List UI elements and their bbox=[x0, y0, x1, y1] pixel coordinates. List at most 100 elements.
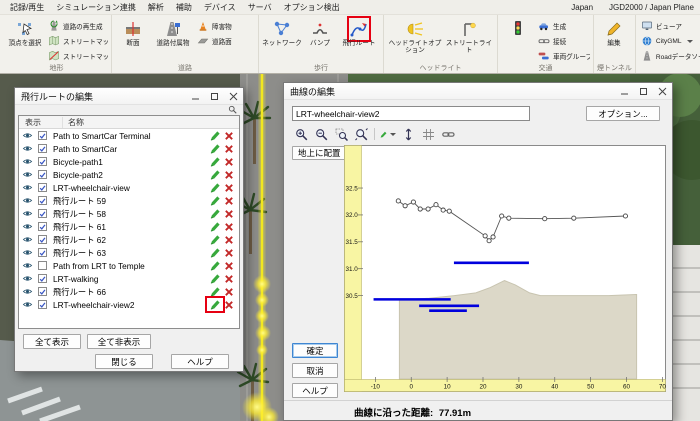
visibility-eye-icon[interactable] bbox=[22, 157, 35, 166]
road-surface-button[interactable]: 道路面 bbox=[195, 34, 255, 48]
headlight-option-button[interactable]: ヘッドライトオプション bbox=[387, 16, 443, 55]
route-checkbox[interactable] bbox=[38, 196, 47, 205]
delete-route-button[interactable] bbox=[222, 170, 236, 180]
tab-analysis[interactable]: 解析 bbox=[142, 1, 170, 14]
edit-route-button[interactable] bbox=[208, 130, 222, 141]
bump-button[interactable]: バンプ bbox=[303, 16, 337, 47]
street-light-button[interactable]: ストリートライト bbox=[444, 16, 494, 55]
visibility-eye-icon[interactable] bbox=[22, 274, 35, 283]
route-row[interactable]: 飛行ルート 63 bbox=[19, 246, 239, 259]
flight-route-button[interactable]: 飛行ルート bbox=[338, 16, 380, 47]
edit-route-button[interactable] bbox=[208, 169, 222, 180]
hide-all-button[interactable]: 全て非表示 bbox=[87, 334, 151, 349]
confirm-button[interactable]: 確定 bbox=[292, 343, 338, 358]
tab-simulation-link[interactable]: シミュレーション連携 bbox=[50, 1, 142, 14]
edit-route-button[interactable] bbox=[208, 299, 222, 310]
curve-name-input[interactable] bbox=[292, 106, 530, 121]
route-checkbox[interactable] bbox=[38, 183, 47, 192]
column-header-name[interactable]: 名称 bbox=[63, 117, 239, 128]
delete-route-button[interactable] bbox=[222, 222, 236, 232]
road-datasource-button[interactable]: Roadデータソース bbox=[639, 49, 700, 63]
edit-route-button[interactable] bbox=[208, 247, 222, 258]
visibility-eye-icon[interactable] bbox=[22, 144, 35, 153]
show-all-button[interactable]: 全て表示 bbox=[23, 334, 81, 349]
vehicle-group-button[interactable]: 車両グループ bbox=[536, 49, 590, 63]
minimize-button[interactable] bbox=[615, 83, 634, 99]
delete-route-button[interactable] bbox=[222, 183, 236, 193]
route-checkbox[interactable] bbox=[38, 235, 47, 244]
delete-route-button[interactable] bbox=[222, 131, 236, 141]
delete-route-button[interactable] bbox=[222, 300, 236, 310]
minimize-button[interactable] bbox=[186, 88, 205, 104]
street-map-button[interactable]: ストリートマップ bbox=[46, 34, 108, 48]
cross-section-button[interactable]: 断面 bbox=[115, 16, 151, 47]
tab-option-detect[interactable]: オプション検出 bbox=[278, 1, 346, 14]
visibility-eye-icon[interactable] bbox=[22, 287, 35, 296]
obstacle-button[interactable]: 障害物 bbox=[195, 19, 255, 33]
route-checkbox[interactable] bbox=[38, 274, 47, 283]
route-row[interactable]: 飛行ルート 61 bbox=[19, 220, 239, 233]
route-row[interactable]: Path to SmartCar Terminal bbox=[19, 129, 239, 142]
tab-record-playback[interactable]: 記録/再生 bbox=[4, 1, 50, 14]
delete-route-button[interactable] bbox=[222, 144, 236, 154]
flight-dialog-titlebar[interactable]: 飛行ルートの編集 bbox=[15, 88, 243, 105]
delete-route-button[interactable] bbox=[222, 209, 236, 219]
visibility-eye-icon[interactable] bbox=[22, 131, 35, 140]
citygml-button[interactable]: CityGML bbox=[639, 34, 700, 48]
route-row[interactable]: 飛行ルート 66 bbox=[19, 285, 239, 298]
grid-toggle-button[interactable] bbox=[419, 127, 437, 142]
visibility-eye-icon[interactable] bbox=[22, 170, 35, 179]
visibility-eye-icon[interactable] bbox=[22, 222, 35, 231]
viewer-button[interactable]: ビューア bbox=[639, 19, 700, 33]
edit-smoke-button[interactable]: 編集 bbox=[597, 16, 631, 47]
connect-traffic-button[interactable]: 接続 bbox=[536, 34, 590, 48]
route-checkbox[interactable] bbox=[38, 261, 47, 270]
edit-route-button[interactable] bbox=[208, 208, 222, 219]
generate-traffic-button[interactable]: 生成 bbox=[536, 19, 590, 33]
delete-route-button[interactable] bbox=[222, 287, 236, 297]
close-button[interactable] bbox=[653, 83, 672, 99]
route-checkbox[interactable] bbox=[38, 144, 47, 153]
visibility-eye-icon[interactable] bbox=[22, 300, 35, 309]
visibility-eye-icon[interactable] bbox=[22, 235, 35, 244]
route-row[interactable]: LRT-walking bbox=[19, 272, 239, 285]
maximize-button[interactable] bbox=[634, 83, 653, 99]
route-row[interactable]: LRT-wheelchair-view2 bbox=[19, 298, 239, 311]
route-checkbox[interactable] bbox=[38, 157, 47, 166]
regenerate-road-button[interactable]: 道路の再生成 bbox=[46, 19, 108, 33]
route-row[interactable]: Path to SmartCar bbox=[19, 142, 239, 155]
edit-route-button[interactable] bbox=[208, 273, 222, 284]
route-checkbox[interactable] bbox=[38, 222, 47, 231]
profile-chart[interactable]: 32.532.031.531.030.5-10010203040506070 bbox=[344, 145, 666, 392]
edit-route-button[interactable] bbox=[208, 182, 222, 193]
select-vertex-button[interactable]: 頂点を選択 bbox=[5, 16, 45, 47]
zoom-in-button[interactable] bbox=[292, 127, 310, 142]
options-button[interactable]: オプション... bbox=[586, 106, 660, 121]
route-row[interactable]: 飛行ルート 58 bbox=[19, 207, 239, 220]
zoom-fit-button[interactable] bbox=[352, 127, 370, 142]
street-map-split-button[interactable]: ストリートマップの分割 bbox=[46, 49, 108, 63]
place-on-ground-button[interactable]: 地上に配置 bbox=[292, 146, 347, 160]
delete-route-button[interactable] bbox=[222, 235, 236, 245]
edit-route-button[interactable] bbox=[208, 260, 222, 271]
route-checkbox[interactable] bbox=[38, 300, 47, 309]
vertical-scale-button[interactable] bbox=[399, 127, 417, 142]
delete-route-button[interactable] bbox=[222, 248, 236, 258]
help-button[interactable]: ヘルプ bbox=[292, 383, 338, 398]
route-checkbox[interactable] bbox=[38, 287, 47, 296]
route-row[interactable]: Path from LRT to Temple bbox=[19, 259, 239, 272]
link-button[interactable] bbox=[439, 127, 457, 142]
route-row[interactable]: Bicycle-path2 bbox=[19, 168, 239, 181]
network-button[interactable]: ネットワーク bbox=[262, 16, 302, 47]
route-row[interactable]: LRT-wheelchair-view bbox=[19, 181, 239, 194]
edit-route-button[interactable] bbox=[208, 195, 222, 206]
curve-dialog-titlebar[interactable]: 曲線の編集 bbox=[284, 83, 672, 100]
edit-route-button[interactable] bbox=[208, 143, 222, 154]
route-checkbox[interactable] bbox=[38, 131, 47, 140]
tab-device[interactable]: デバイス bbox=[198, 1, 242, 14]
edit-mode-dropdown[interactable] bbox=[379, 127, 397, 142]
edit-route-button[interactable] bbox=[208, 286, 222, 297]
traffic-signal-button[interactable] bbox=[501, 16, 535, 40]
zoom-out-button[interactable] bbox=[312, 127, 330, 142]
maximize-button[interactable] bbox=[205, 88, 224, 104]
